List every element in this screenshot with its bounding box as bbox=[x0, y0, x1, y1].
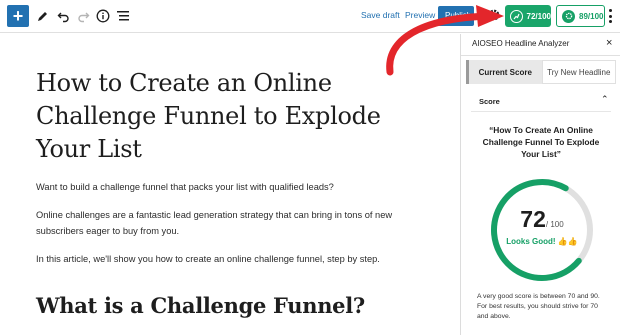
tab-current-score[interactable]: Current Score bbox=[466, 60, 542, 84]
list-view-icon[interactable] bbox=[113, 6, 133, 26]
score-number: 72 bbox=[520, 206, 546, 232]
seo-score-value: 89/100 bbox=[579, 11, 604, 21]
add-block-button[interactable]: + bbox=[7, 5, 29, 27]
score-label: Looks Good! 👍👍 bbox=[486, 237, 598, 246]
seo-score-icon bbox=[562, 9, 575, 23]
more-options-icon[interactable] bbox=[609, 9, 612, 23]
score-max: / 100 bbox=[545, 220, 564, 229]
redo-icon[interactable] bbox=[73, 6, 93, 26]
heading-block[interactable]: What is a Challenge Funnel? bbox=[36, 293, 365, 318]
tab-try-new-headline[interactable]: Try New Headline bbox=[541, 60, 616, 84]
seo-score-button[interactable]: 89/100 bbox=[556, 5, 605, 27]
thumbs-up-icon: 👍👍 bbox=[557, 237, 578, 246]
headline-score-icon bbox=[510, 9, 523, 23]
score-section-header[interactable]: Score ⌃ bbox=[471, 92, 611, 112]
info-icon[interactable] bbox=[93, 6, 113, 26]
save-draft-button[interactable]: Save draft bbox=[361, 10, 400, 20]
score-section-title: Score bbox=[479, 97, 500, 106]
chevron-up-icon[interactable]: ⌃ bbox=[601, 94, 609, 105]
plus-icon: + bbox=[12, 6, 24, 26]
preview-button[interactable]: Preview bbox=[405, 10, 435, 20]
headline-score-button[interactable]: 72/100 bbox=[505, 5, 551, 27]
headline-analyzer-sidebar: AIOSEO Headline Analyzer × Current Score… bbox=[460, 34, 620, 335]
paragraph-block[interactable]: Online challenges are a fantastic lead g… bbox=[36, 207, 441, 239]
analyzed-headline: “How To Create An Online Challenge Funne… bbox=[482, 125, 600, 159]
sidebar-title: AIOSEO Headline Analyzer bbox=[472, 39, 570, 48]
undo-icon[interactable] bbox=[53, 6, 73, 26]
paragraph-block[interactable]: In this article, we'll show you how to c… bbox=[36, 251, 441, 267]
editor-toolbar: + Save draft Preview Publish 72/100 89/1… bbox=[0, 0, 620, 33]
gear-icon[interactable] bbox=[487, 8, 501, 22]
score-note: A very good score is between 70 and 90. … bbox=[477, 293, 600, 320]
paragraph-block[interactable]: Want to build a challenge funnel that pa… bbox=[36, 179, 441, 195]
sidebar-header: AIOSEO Headline Analyzer × bbox=[461, 34, 620, 56]
publish-button[interactable]: Publish bbox=[438, 6, 474, 26]
close-icon[interactable]: × bbox=[606, 37, 612, 49]
pencil-icon[interactable] bbox=[32, 6, 52, 26]
editor-canvas: How to Create an Online Challenge Funnel… bbox=[0, 34, 460, 335]
post-title[interactable]: How to Create an Online Challenge Funnel… bbox=[36, 67, 436, 166]
headline-score-value: 72/100 bbox=[526, 11, 551, 21]
score-value: 72/ 100 bbox=[486, 206, 598, 233]
analyzer-tabs: Current Score Try New Headline bbox=[466, 60, 616, 84]
score-label-text: Looks Good! bbox=[506, 237, 556, 246]
